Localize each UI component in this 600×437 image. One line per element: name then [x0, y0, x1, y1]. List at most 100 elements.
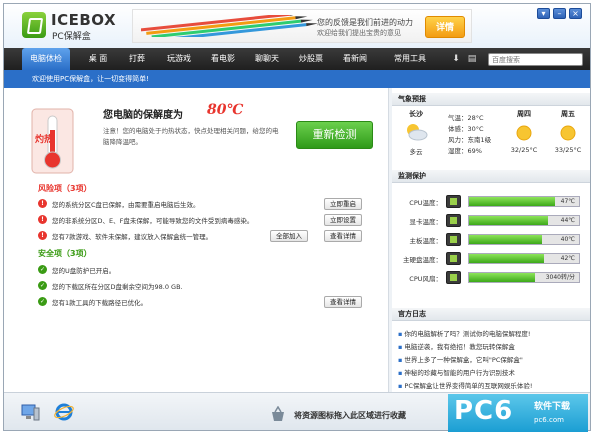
- menu-dropdown-button[interactable]: ▾: [537, 8, 550, 19]
- monitor-row-gpu-temp: 显卡温度： 44℃: [392, 213, 590, 229]
- risk-item-text: 您的非系统分区D、E、F盘未保解，可能导致您的文件受到病毒感染。: [52, 217, 254, 225]
- safe-item-text: 您有1款工具的下载路径已优化。: [52, 299, 148, 307]
- log-item-text[interactable]: 你的电脑解析了吗？测试你的电脑保解程度!: [404, 330, 530, 338]
- tab-download[interactable]: 打葬: [122, 48, 152, 70]
- sunny-icon: [516, 125, 532, 141]
- main-nav: 电脑体检 桌 面 打葬 玩游戏 看电影 聊聊天 炒股票 看新闻 常用工具 ⬇ ▤: [4, 48, 590, 70]
- monitor-bar-fill: [469, 235, 542, 244]
- weather-feel: 体感：30°C: [448, 125, 484, 133]
- health-badge: 灼热: [35, 135, 54, 145]
- risk-section-title: 风险项（3项）: [38, 184, 92, 193]
- log-item-text[interactable]: PC保解盒让世界变得简单的互联网娱乐体验!: [404, 382, 532, 390]
- log-item[interactable]: ▪ 神秘的珍藏与智能的用户行为识别技术: [398, 367, 515, 377]
- checkup-panel: 灼热 您电脑的保解度为 80℃ 注意！您的电脑处于灼热状态，快点处理相关问题，给…: [4, 88, 388, 392]
- welcome-bar: 欢迎使用PC保解盒，让一切变得简单!: [4, 70, 590, 88]
- log-item[interactable]: ▪ PC保解盒让世界变得简单的互联网娱乐体验!: [398, 380, 532, 390]
- info-panel: 气象预报 长沙 多云 气温：28°C 体感：30°C 风力：东南1级 湿度：69…: [392, 88, 590, 392]
- monitor-bar: 40℃: [468, 234, 580, 245]
- weather-humidity: 湿度：69%: [448, 147, 482, 155]
- monitor-bar: 42℃: [468, 253, 580, 264]
- monitor-value: 42℃: [560, 255, 575, 262]
- weather-day-label: 周四: [517, 110, 531, 118]
- weather-today: 长沙 多云: [396, 109, 436, 156]
- log-item[interactable]: ▪ 你的电脑解析了吗？测试你的电脑保解程度!: [398, 328, 531, 338]
- monitor-label: 主板温度：: [409, 237, 443, 245]
- minimize-button[interactable]: –: [553, 8, 566, 19]
- watermark-url: pc6.com: [534, 416, 564, 424]
- motherboard-icon: [446, 233, 461, 246]
- log-item[interactable]: ▪ 世界上多了一种保解盒，它叫"PC保解盒": [398, 354, 523, 364]
- my-computer-icon[interactable]: [20, 402, 40, 422]
- safe-item-text: 您的下载区所在分区D盘剩余空间为98.0 GB.: [52, 283, 183, 291]
- monitor-label: 主硬盘温度：: [403, 256, 442, 264]
- monitor-bar: 47℃: [468, 196, 580, 207]
- log-item-text[interactable]: 世界上多了一种保解盒，它叫"PC保解盒": [404, 356, 522, 364]
- log-title: 官方日志: [392, 308, 590, 321]
- tab-tools[interactable]: 常用工具: [386, 48, 434, 70]
- tab-chat[interactable]: 聊聊天: [248, 48, 286, 70]
- tab-pc-checkup[interactable]: 电脑体检: [22, 48, 70, 70]
- warning-icon: !: [38, 215, 47, 224]
- feedback-banner[interactable]: 您的反馈是我们前进的动力 欢迎给我们提出宝贵的意见 详情: [132, 9, 472, 43]
- risk-item: ! 您的非系统分区D、E、F盘未保解，可能导致您的文件受到病毒感染。 立即设置: [38, 214, 378, 227]
- set-now-button[interactable]: 立即设置: [324, 214, 362, 226]
- banner-line-2: 欢迎给我们提出宝贵的意见: [317, 29, 401, 37]
- view-details-button[interactable]: 查看详情: [324, 230, 362, 242]
- safe-item: ✓ 您有1款工具的下载路径已优化。 查看详情: [38, 296, 378, 309]
- monitor-label: 显卡温度：: [409, 218, 443, 226]
- tab-desktop[interactable]: 桌 面: [80, 48, 116, 70]
- monitor-row-cpu-fan: CPU风扇： 3040转/分: [392, 270, 590, 286]
- monitor-label: CPU温度：: [409, 199, 442, 207]
- view-details-button[interactable]: 查看详情: [324, 296, 362, 308]
- add-all-button[interactable]: 全部加入: [270, 230, 308, 242]
- warning-icon: !: [38, 231, 47, 240]
- weather-day-range: 33/25°C: [554, 146, 582, 154]
- cpu-icon: [446, 195, 461, 208]
- monitor-bar-fill: [469, 197, 555, 206]
- pc6-watermark: PC6 软件下载 pc6.com: [448, 394, 588, 432]
- weather-today-condition: 多云: [409, 148, 423, 156]
- monitor-bar: 3040转/分: [468, 272, 580, 283]
- graphics-card-icon: [446, 214, 461, 227]
- sunny-icon: [560, 125, 576, 141]
- monitor-row-cpu-temp: CPU温度： 47℃: [392, 194, 590, 210]
- bullet-icon: ▪: [398, 382, 403, 390]
- monitor-row-board-temp: 主板温度： 40℃: [392, 232, 590, 248]
- app-title: ICEBOX: [51, 11, 117, 29]
- log-item[interactable]: ▪ 电脑逆袭，我有绝招！教您玩转保解盒: [398, 341, 515, 351]
- banner-detail-button[interactable]: 详情: [425, 16, 465, 38]
- hard-disk-icon: [446, 252, 461, 265]
- internet-explorer-icon[interactable]: [54, 402, 74, 422]
- log-item-text[interactable]: 电脑逆袭，我有绝招！教您玩转保解盒: [404, 343, 515, 351]
- tab-games[interactable]: 玩游戏: [160, 48, 198, 70]
- app-subtitle: PC保解盒: [52, 32, 91, 42]
- fan-icon: [446, 271, 461, 284]
- monitor-value: 44℃: [560, 217, 575, 224]
- monitor-value: 40℃: [560, 236, 575, 243]
- monitor-bar: 44℃: [468, 215, 580, 226]
- tab-stocks[interactable]: 炒股票: [292, 48, 330, 70]
- tab-movies[interactable]: 看电影: [204, 48, 242, 70]
- monitor-bar-fill: [469, 254, 544, 263]
- tab-news[interactable]: 看新闻: [336, 48, 374, 70]
- header: ICEBOX PC保解盒 您的反馈是我们前进的动力 欢迎给我们提出宝贵的意见 详…: [4, 4, 590, 48]
- risk-item: ! 您的系统分区C盘已保解，由需要重启电脑后生效。 立即重启: [38, 198, 378, 211]
- check-icon: ✓: [38, 281, 47, 290]
- download-icon[interactable]: ⬇: [450, 53, 462, 65]
- close-button[interactable]: ×: [569, 8, 582, 19]
- app-window: ICEBOX PC保解盒 您的反馈是我们前进的动力 欢迎给我们提出宝贵的意见 详…: [3, 3, 591, 431]
- log-item-text[interactable]: 神秘的珍藏与智能的用户行为识别技术: [404, 369, 515, 377]
- restart-now-button[interactable]: 立即重启: [324, 198, 362, 210]
- monitor-bar-fill: [469, 273, 535, 282]
- safe-item-text: 您的U盘防护已开启。: [52, 267, 116, 275]
- weather-day-range: 32/25°C: [510, 146, 538, 154]
- bullet-icon: ▪: [398, 330, 403, 338]
- bullet-icon: ▪: [398, 369, 403, 377]
- dock-drop-hint: 将资源图标拖入此区域进行收藏: [294, 411, 406, 420]
- folder-icon[interactable]: ▤: [466, 53, 478, 65]
- weather-day: 周五 33/25°C: [548, 109, 588, 154]
- recheck-button[interactable]: 重新检测: [296, 121, 373, 149]
- weather-day-label: 周五: [561, 110, 575, 118]
- search-input[interactable]: [488, 53, 583, 66]
- weather-title: 气象预报: [392, 93, 590, 106]
